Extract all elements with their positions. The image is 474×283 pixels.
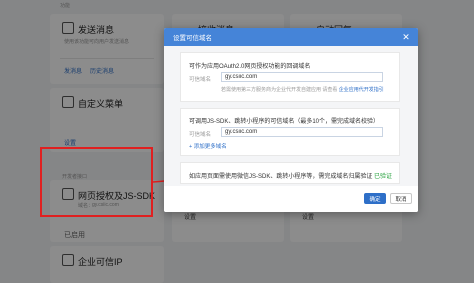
jssdk-domain-section: 可调用JS-SDK、跳转小程序的可信域名（最多10个，需完成域名校验） 可信域名… <box>180 108 400 156</box>
cancel-button[interactable]: 取消 <box>390 193 412 204</box>
close-icon[interactable]: ✕ <box>401 32 411 42</box>
verification-section: 如应用页面需使用微信JS-SDK、跳转小程序等，需完成域名归属验证 已验证 <box>180 162 400 184</box>
oauth-note-text: 若需使用第三方服务商为企业代开发自建应用 请查看 <box>221 87 338 93</box>
oauth-domain-section: 可作为应用OAuth2.0网页授权功能的回调域名 可信域名 若需使用第三方服务商… <box>180 52 400 102</box>
verified-status: 已验证 <box>374 174 393 180</box>
oauth-section-title: 可作为应用OAuth2.0网页授权功能的回调域名 <box>189 64 311 70</box>
oauth-field-label: 可信域名 <box>189 77 212 83</box>
jssdk-field-label: 可信域名 <box>189 132 212 138</box>
oauth-domain-input[interactable] <box>221 72 383 82</box>
jssdk-section-title: 可调用JS-SDK、跳转小程序的可信域名（最多10个，需完成域名校验） <box>189 119 380 125</box>
jssdk-domain-input[interactable] <box>221 127 383 137</box>
verification-message: 如应用页面需使用微信JS-SDK、跳转小程序等，需完成域名归属验证 <box>189 174 373 180</box>
add-domain-link[interactable]: + 添加更多域名 <box>189 142 227 150</box>
oauth-note: 若需使用第三方服务商为企业代开发自建应用 请查看 企业应用代开发指引 <box>221 86 384 93</box>
confirm-button[interactable]: 确定 <box>364 193 386 204</box>
modal-body: 可作为应用OAuth2.0网页授权功能的回调域名 可信域名 若需使用第三方服务商… <box>164 46 418 186</box>
dev-guide-link[interactable]: 企业应用代开发指引 <box>339 87 384 93</box>
verification-text: 如应用页面需使用微信JS-SDK、跳转小程序等，需完成域名归属验证 已验证 <box>189 171 392 180</box>
modal-title: 设置可信域名 <box>173 35 212 42</box>
modal-footer: 确定 取消 <box>164 186 418 212</box>
modal-header: 设置可信域名 ✕ <box>164 28 418 46</box>
trusted-domain-modal: 设置可信域名 ✕ 可作为应用OAuth2.0网页授权功能的回调域名 可信域名 若… <box>164 28 418 212</box>
